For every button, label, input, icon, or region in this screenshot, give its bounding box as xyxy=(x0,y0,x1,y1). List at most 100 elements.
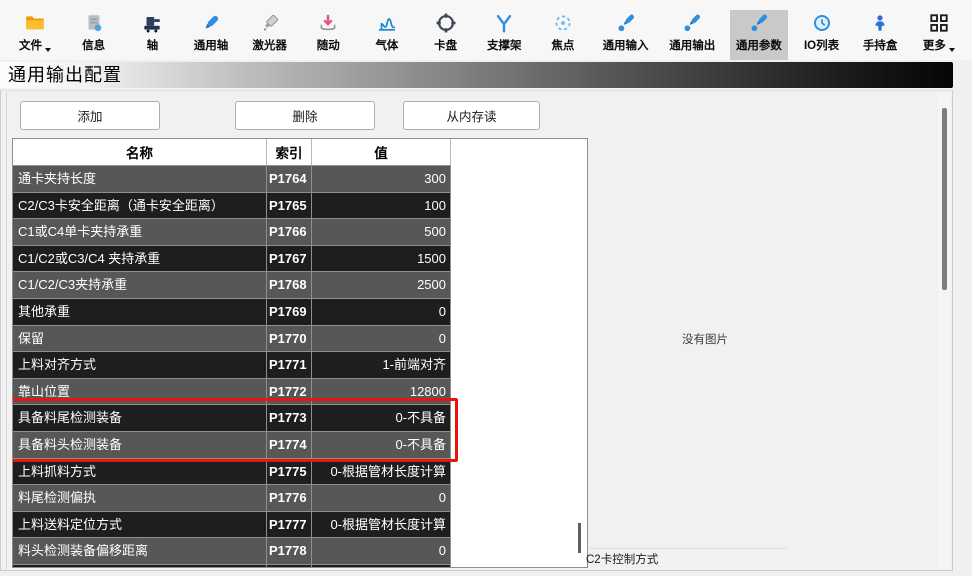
param-index-cell xyxy=(267,565,312,568)
toolbar-item-handheld[interactable]: 手持盒 xyxy=(855,10,905,60)
table-row[interactable]: 料头检测装备偏移距离P17780 xyxy=(13,538,451,565)
toolbar-item-support[interactable]: 支撑架 xyxy=(479,10,529,60)
param-index-cell: P1778 xyxy=(267,538,312,565)
toolbar-item-general-axis[interactable]: 通用轴 xyxy=(186,10,236,60)
param-name-cell: 其他承重 xyxy=(13,299,267,326)
toolbar-item-label: IO列表 xyxy=(804,37,839,53)
toolbar: 文件 信息 轴通用轴激光器 随动 气体 卡盘支撑架焦点 通用输入通用输出通用参数 IO列表 手持… xyxy=(0,0,972,60)
toolbar-item-laser[interactable]: 激光器 xyxy=(245,10,295,60)
general-params-icon xyxy=(748,12,770,34)
left-divider xyxy=(6,92,7,569)
toolbar-item-more[interactable]: 更多 xyxy=(914,10,964,60)
table-row[interactable]: 上料送料定位方式P17770-根据管材长度计算 xyxy=(13,512,451,539)
toolbar-item-label: 手持盒 xyxy=(863,37,898,53)
toolbar-item-label: 随动 xyxy=(317,37,340,53)
param-name-cell: 上料送料定位方式 xyxy=(13,512,267,539)
param-index-cell: P1776 xyxy=(267,485,312,512)
toolbar-item-focus[interactable]: 焦点 xyxy=(538,10,588,60)
param-name-cell: 具备料尾检测装备 xyxy=(13,405,267,432)
main-scrollbar-thumb[interactable] xyxy=(942,108,947,290)
toolbar-item-label: 焦点 xyxy=(551,37,574,53)
param-value-cell: 100 xyxy=(312,193,451,220)
toolbar-item-follow[interactable]: 随动 xyxy=(303,10,353,60)
toolbar-item-label: 激光器 xyxy=(252,37,287,53)
param-name-cell: C2/C3卡安全距离（通卡安全距离） xyxy=(13,193,267,220)
table-row[interactable]: 靠山位置P177212800 xyxy=(13,379,451,406)
toolbar-item-info-document[interactable]: 信息 xyxy=(69,10,119,60)
table-row[interactable]: 其他承重P17690 xyxy=(13,299,451,326)
page-title: 通用输出配置 xyxy=(8,63,122,87)
param-index-cell: P1771 xyxy=(267,352,312,379)
toolbar-item-general-input[interactable]: 通用输入 xyxy=(597,10,655,60)
table-row[interactable]: C1或C4单卡夹持承重P1766500 xyxy=(13,219,451,246)
param-index-cell: P1769 xyxy=(267,299,312,326)
toolbar-item-general-output[interactable]: 通用输出 xyxy=(663,10,721,60)
more-icon xyxy=(928,12,950,34)
param-value-cell: 1500 xyxy=(312,246,451,273)
table-row[interactable]: C2/C3卡安全距离（通卡安全距离）P1765100 xyxy=(13,193,451,220)
param-value-cell: 2500 xyxy=(312,272,451,299)
param-index-cell: P1773 xyxy=(267,405,312,432)
param-index-cell: P1765 xyxy=(267,193,312,220)
param-index-cell: P1775 xyxy=(267,459,312,486)
dropdown-caret-icon xyxy=(45,48,51,52)
read-from-memory-button[interactable]: 从内存读 xyxy=(403,101,540,130)
param-index-cell: P1770 xyxy=(267,326,312,353)
follow-icon xyxy=(317,12,339,34)
general-input-icon xyxy=(615,12,637,34)
param-name-cell: 通卡夹持长度 xyxy=(13,166,267,193)
general-axis-icon xyxy=(200,12,222,34)
toolbar-item-axis[interactable]: 轴 xyxy=(127,10,177,60)
table-row[interactable]: 具备料头检测装备P17740-不具备 xyxy=(13,432,451,459)
handheld-icon xyxy=(869,12,891,34)
app-window: 文件 信息 轴通用轴激光器 随动 气体 卡盘支撑架焦点 通用输入通用输出通用参数 IO列表 手持… xyxy=(0,0,972,576)
table-row[interactable]: 上料抓料方式P17750-根据管材长度计算 xyxy=(13,459,451,486)
toolbar-item-general-params[interactable]: 通用参数 xyxy=(730,10,788,60)
param-index-cell: P1767 xyxy=(267,246,312,273)
toolbar-item-chuck[interactable]: 卡盘 xyxy=(421,10,471,60)
table-row[interactable]: 通卡夹持长度P1764300 xyxy=(13,166,451,193)
table-row[interactable]: 保留P17700 xyxy=(13,326,451,353)
param-value-cell: 0 xyxy=(312,485,451,512)
groupbox-top-border xyxy=(589,548,787,549)
param-value-cell: 0-不具备 xyxy=(312,405,451,432)
table-scrollbar-thumb[interactable] xyxy=(578,523,581,553)
toolbar-item-label: 文件 xyxy=(19,37,51,53)
param-index-cell: P1764 xyxy=(267,166,312,193)
param-value-cell xyxy=(312,565,451,568)
param-value-cell: 500 xyxy=(312,219,451,246)
param-value-cell: 12800 xyxy=(312,379,451,406)
param-index-cell: P1774 xyxy=(267,432,312,459)
table-row-partial[interactable] xyxy=(13,565,451,568)
toolbar-item-label: 气体 xyxy=(375,37,398,53)
param-index-cell: P1777 xyxy=(267,512,312,539)
table-row[interactable]: C1/C2或C3/C4 夹持承重P17671500 xyxy=(13,246,451,273)
toolbar-item-label: 通用输入 xyxy=(603,37,649,53)
toolbar-item-io-list[interactable]: IO列表 xyxy=(797,10,847,60)
toolbar-item-label: 信息 xyxy=(82,37,105,53)
delete-button[interactable]: 删除 xyxy=(235,101,375,130)
table-row[interactable]: 料尾检测偏执P17760 xyxy=(13,485,451,512)
no-image-placeholder: 没有图片 xyxy=(620,331,790,347)
param-index-cell: P1768 xyxy=(267,272,312,299)
param-value-cell: 300 xyxy=(312,166,451,193)
table-header: 名称 索引 值 xyxy=(13,139,451,166)
param-value-cell: 1-前端对齐 xyxy=(312,352,451,379)
toolbar-item-label: 通用参数 xyxy=(736,37,782,53)
table-row[interactable]: 具备料尾检测装备P17730-不具备 xyxy=(13,405,451,432)
toolbar-item-folder[interactable]: 文件 xyxy=(10,10,60,60)
io-list-icon xyxy=(811,12,833,34)
param-value-cell: 0-根据管材长度计算 xyxy=(312,512,451,539)
info-document-icon xyxy=(83,12,105,34)
page-title-bar: 通用输出配置 xyxy=(0,62,953,88)
table-row[interactable]: 上料对齐方式P17711-前端对齐 xyxy=(13,352,451,379)
header-index: 索引 xyxy=(267,139,312,165)
table-row[interactable]: C1/C2/C3夹持承重P17682500 xyxy=(13,272,451,299)
focus-icon xyxy=(552,12,574,34)
add-button[interactable]: 添加 xyxy=(20,101,160,130)
params-table: 名称 索引 值 通卡夹持长度P1764300C2/C3卡安全距离（通卡安全距离）… xyxy=(12,138,588,568)
toolbar-item-gas[interactable]: 气体 xyxy=(362,10,412,60)
param-name-cell: 上料抓料方式 xyxy=(13,459,267,486)
param-value-cell: 0 xyxy=(312,538,451,565)
param-name-cell: 料头检测装备偏移距离 xyxy=(13,538,267,565)
